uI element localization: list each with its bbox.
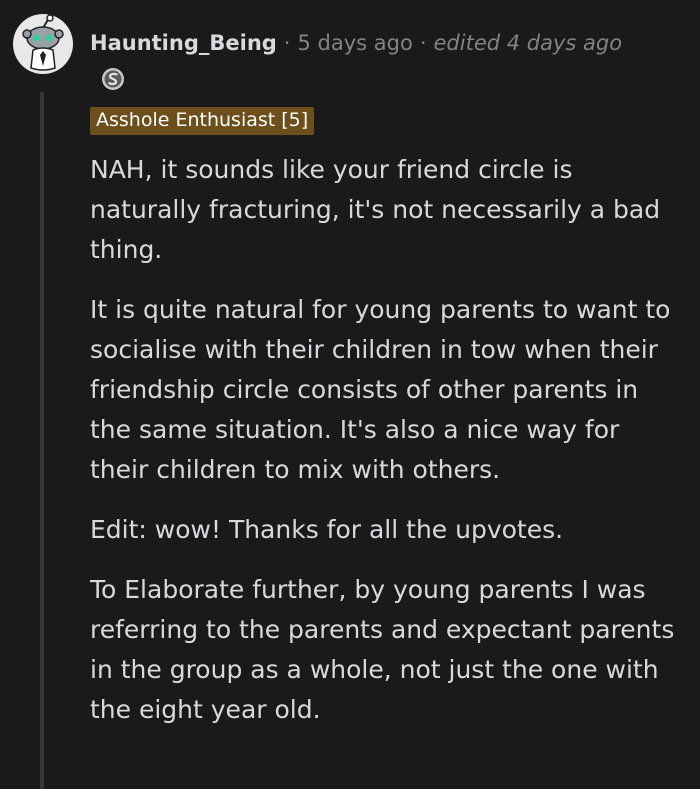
separator-dot: ·	[283, 31, 291, 55]
comment-header: Haunting_Being · 5 days ago · edited 4 d…	[90, 26, 622, 60]
user-flair: Asshole Enthusiast [5]	[90, 107, 315, 135]
comment-body: NAH, it sounds like your friend circle i…	[90, 150, 685, 750]
comment-paragraph: Edit: wow! Thanks for all the upvotes.	[90, 515, 564, 544]
comment: Haunting_Being · 5 days ago · edited 4 d…	[0, 0, 700, 789]
comment-paragraph: To Elaborate further, by young parents I…	[90, 575, 675, 724]
edited-timestamp: edited 4 days ago	[433, 31, 623, 55]
thread-collapse-line[interactable]	[40, 92, 44, 789]
silver-award-icon[interactable]	[100, 66, 126, 92]
comment-paragraph: NAH, it sounds like your friend circle i…	[90, 155, 661, 264]
username-link[interactable]: Haunting_Being	[90, 31, 277, 55]
separator-dot: ·	[419, 31, 427, 55]
comment-paragraph: It is quite natural for young parents to…	[90, 295, 671, 484]
comment-timestamp[interactable]: 5 days ago	[297, 31, 412, 55]
user-avatar[interactable]	[13, 14, 73, 74]
snoo-avatar-icon	[22, 14, 64, 71]
